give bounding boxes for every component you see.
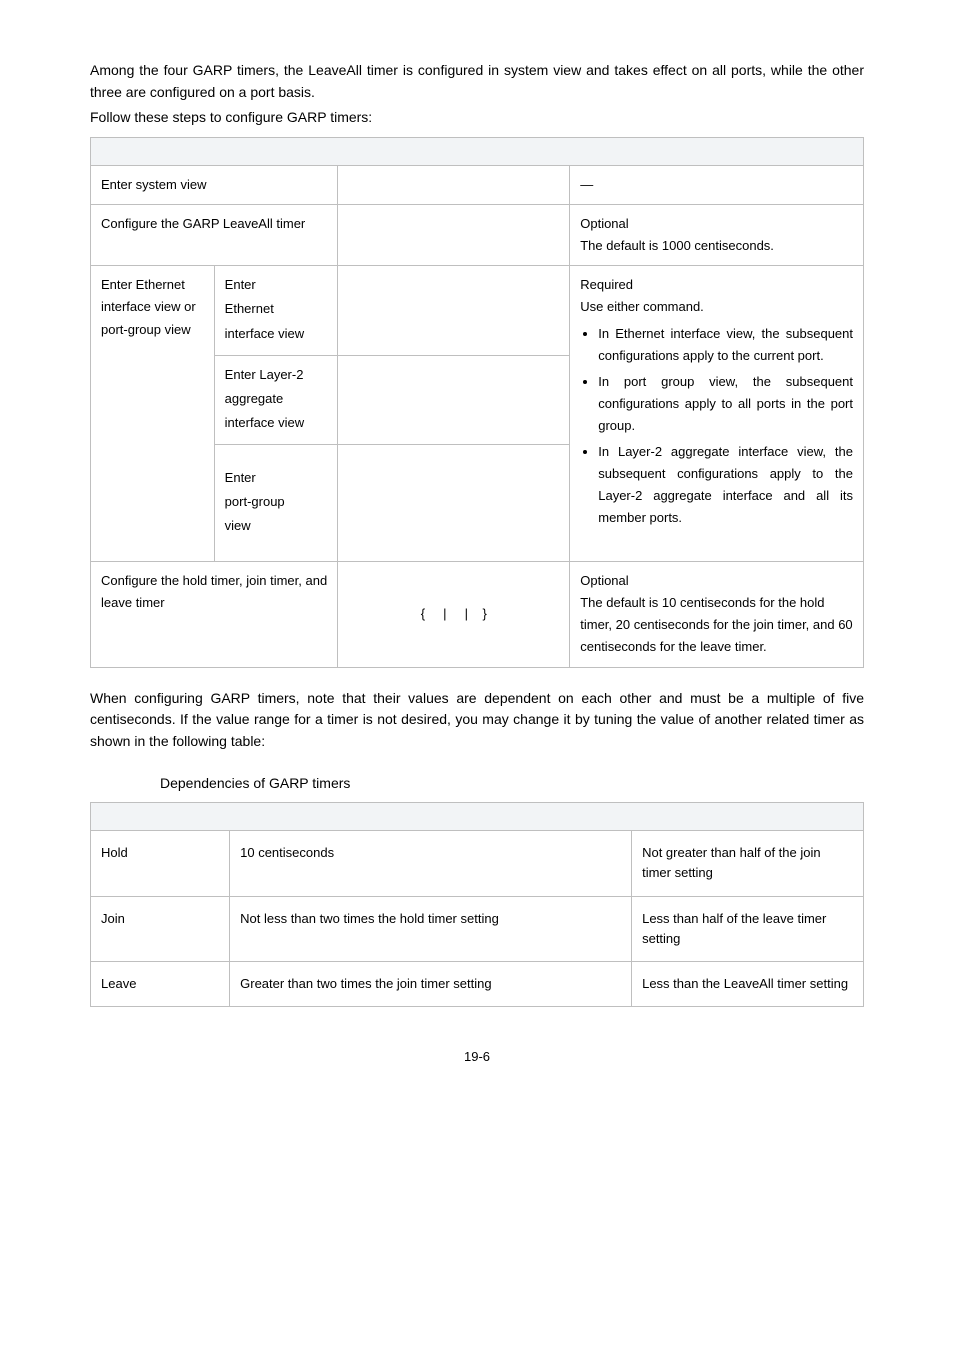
cell-desc: — bbox=[570, 166, 864, 205]
table-header-row bbox=[91, 803, 864, 831]
header-blank-1 bbox=[91, 138, 338, 166]
cell-configure-leaveall: Configure the GARP LeaveAll timer bbox=[91, 205, 338, 266]
cell-blank bbox=[338, 444, 570, 561]
dependencies-table: Hold 10 centiseconds Not greater than ha… bbox=[90, 802, 864, 1007]
table-row: Enter Ethernet interface view or port-gr… bbox=[91, 266, 864, 355]
cell-enter-ethernet-interface: Enter Ethernet interface view bbox=[214, 266, 338, 355]
table-header-row bbox=[91, 138, 864, 166]
cell-lower: Not less than two times the hold timer s… bbox=[230, 896, 632, 961]
cell-blank bbox=[338, 166, 570, 205]
header-blank-1 bbox=[91, 803, 230, 831]
cell-upper: Less than half of the leave timer settin… bbox=[632, 896, 864, 961]
cell-enter-port-group: Enter port-group view bbox=[214, 444, 338, 561]
text-use-either: Use either command. bbox=[580, 296, 853, 318]
cell-upper: Less than the LeaveAll timer setting bbox=[632, 961, 864, 1006]
configure-garp-timers-table: Enter system view — Configure the GARP L… bbox=[90, 137, 864, 668]
cell-desc: Optional The default is 1000 centisecond… bbox=[570, 205, 864, 266]
cell-desc: Optional The default is 10 centiseconds … bbox=[570, 562, 864, 667]
cell-upper: Not greater than half of the join timer … bbox=[632, 831, 864, 896]
table-row: Hold 10 centiseconds Not greater than ha… bbox=[91, 831, 864, 896]
cell-enter-system-view: Enter system view bbox=[91, 166, 338, 205]
cell-enter-layer2-aggregate: Enter Layer-2 aggregate interface view bbox=[214, 355, 338, 444]
intro-paragraph-2: Follow these steps to configure GARP tim… bbox=[90, 107, 864, 129]
cell-blank bbox=[338, 266, 570, 355]
cell-lower: Greater than two times the join timer se… bbox=[230, 961, 632, 1006]
cell-timer: Hold bbox=[91, 831, 230, 896]
header-blank-2 bbox=[338, 138, 570, 166]
header-blank-3 bbox=[570, 138, 864, 166]
bullet-list: In Ethernet interface view, the subseque… bbox=[580, 323, 853, 530]
header-blank-2 bbox=[230, 803, 632, 831]
text-optional: Optional bbox=[580, 570, 853, 592]
cell-enter-interface-or-port-group: Enter Ethernet interface view or port-gr… bbox=[91, 266, 215, 562]
text-required: Required bbox=[580, 274, 853, 296]
table-row: Configure the hold timer, join timer, an… bbox=[91, 562, 864, 667]
cell-command-syntax: { | | } bbox=[338, 562, 570, 667]
table-row: Leave Greater than two times the join ti… bbox=[91, 961, 864, 1006]
cell-desc-required: Required Use either command. In Ethernet… bbox=[570, 266, 864, 562]
mid-paragraph: When configuring GARP timers, note that … bbox=[90, 688, 864, 753]
list-item: In port group view, the subsequent confi… bbox=[598, 371, 853, 437]
text-optional: Optional bbox=[580, 213, 853, 235]
cell-lower: 10 centiseconds bbox=[230, 831, 632, 896]
intro-paragraph-1: Among the four GARP timers, the LeaveAll… bbox=[90, 60, 864, 103]
list-item: In Ethernet interface view, the subseque… bbox=[598, 323, 853, 367]
table-row: Join Not less than two times the hold ti… bbox=[91, 896, 864, 961]
page-number: 19-6 bbox=[90, 1047, 864, 1067]
cell-blank bbox=[338, 205, 570, 266]
cell-timer: Join bbox=[91, 896, 230, 961]
header-blank-3 bbox=[632, 803, 864, 831]
table-caption-dependencies: Dependencies of GARP timers bbox=[90, 773, 864, 795]
text-default: The default is 1000 centiseconds. bbox=[580, 235, 853, 257]
cell-blank bbox=[338, 355, 570, 444]
cell-configure-hold-join-leave: Configure the hold timer, join timer, an… bbox=[91, 562, 338, 667]
table-row: Configure the GARP LeaveAll timer Option… bbox=[91, 205, 864, 266]
table-row: Enter system view — bbox=[91, 166, 864, 205]
list-item: In Layer-2 aggregate interface view, the… bbox=[598, 441, 853, 529]
cell-timer: Leave bbox=[91, 961, 230, 1006]
text-default: The default is 10 centiseconds for the h… bbox=[580, 592, 853, 658]
